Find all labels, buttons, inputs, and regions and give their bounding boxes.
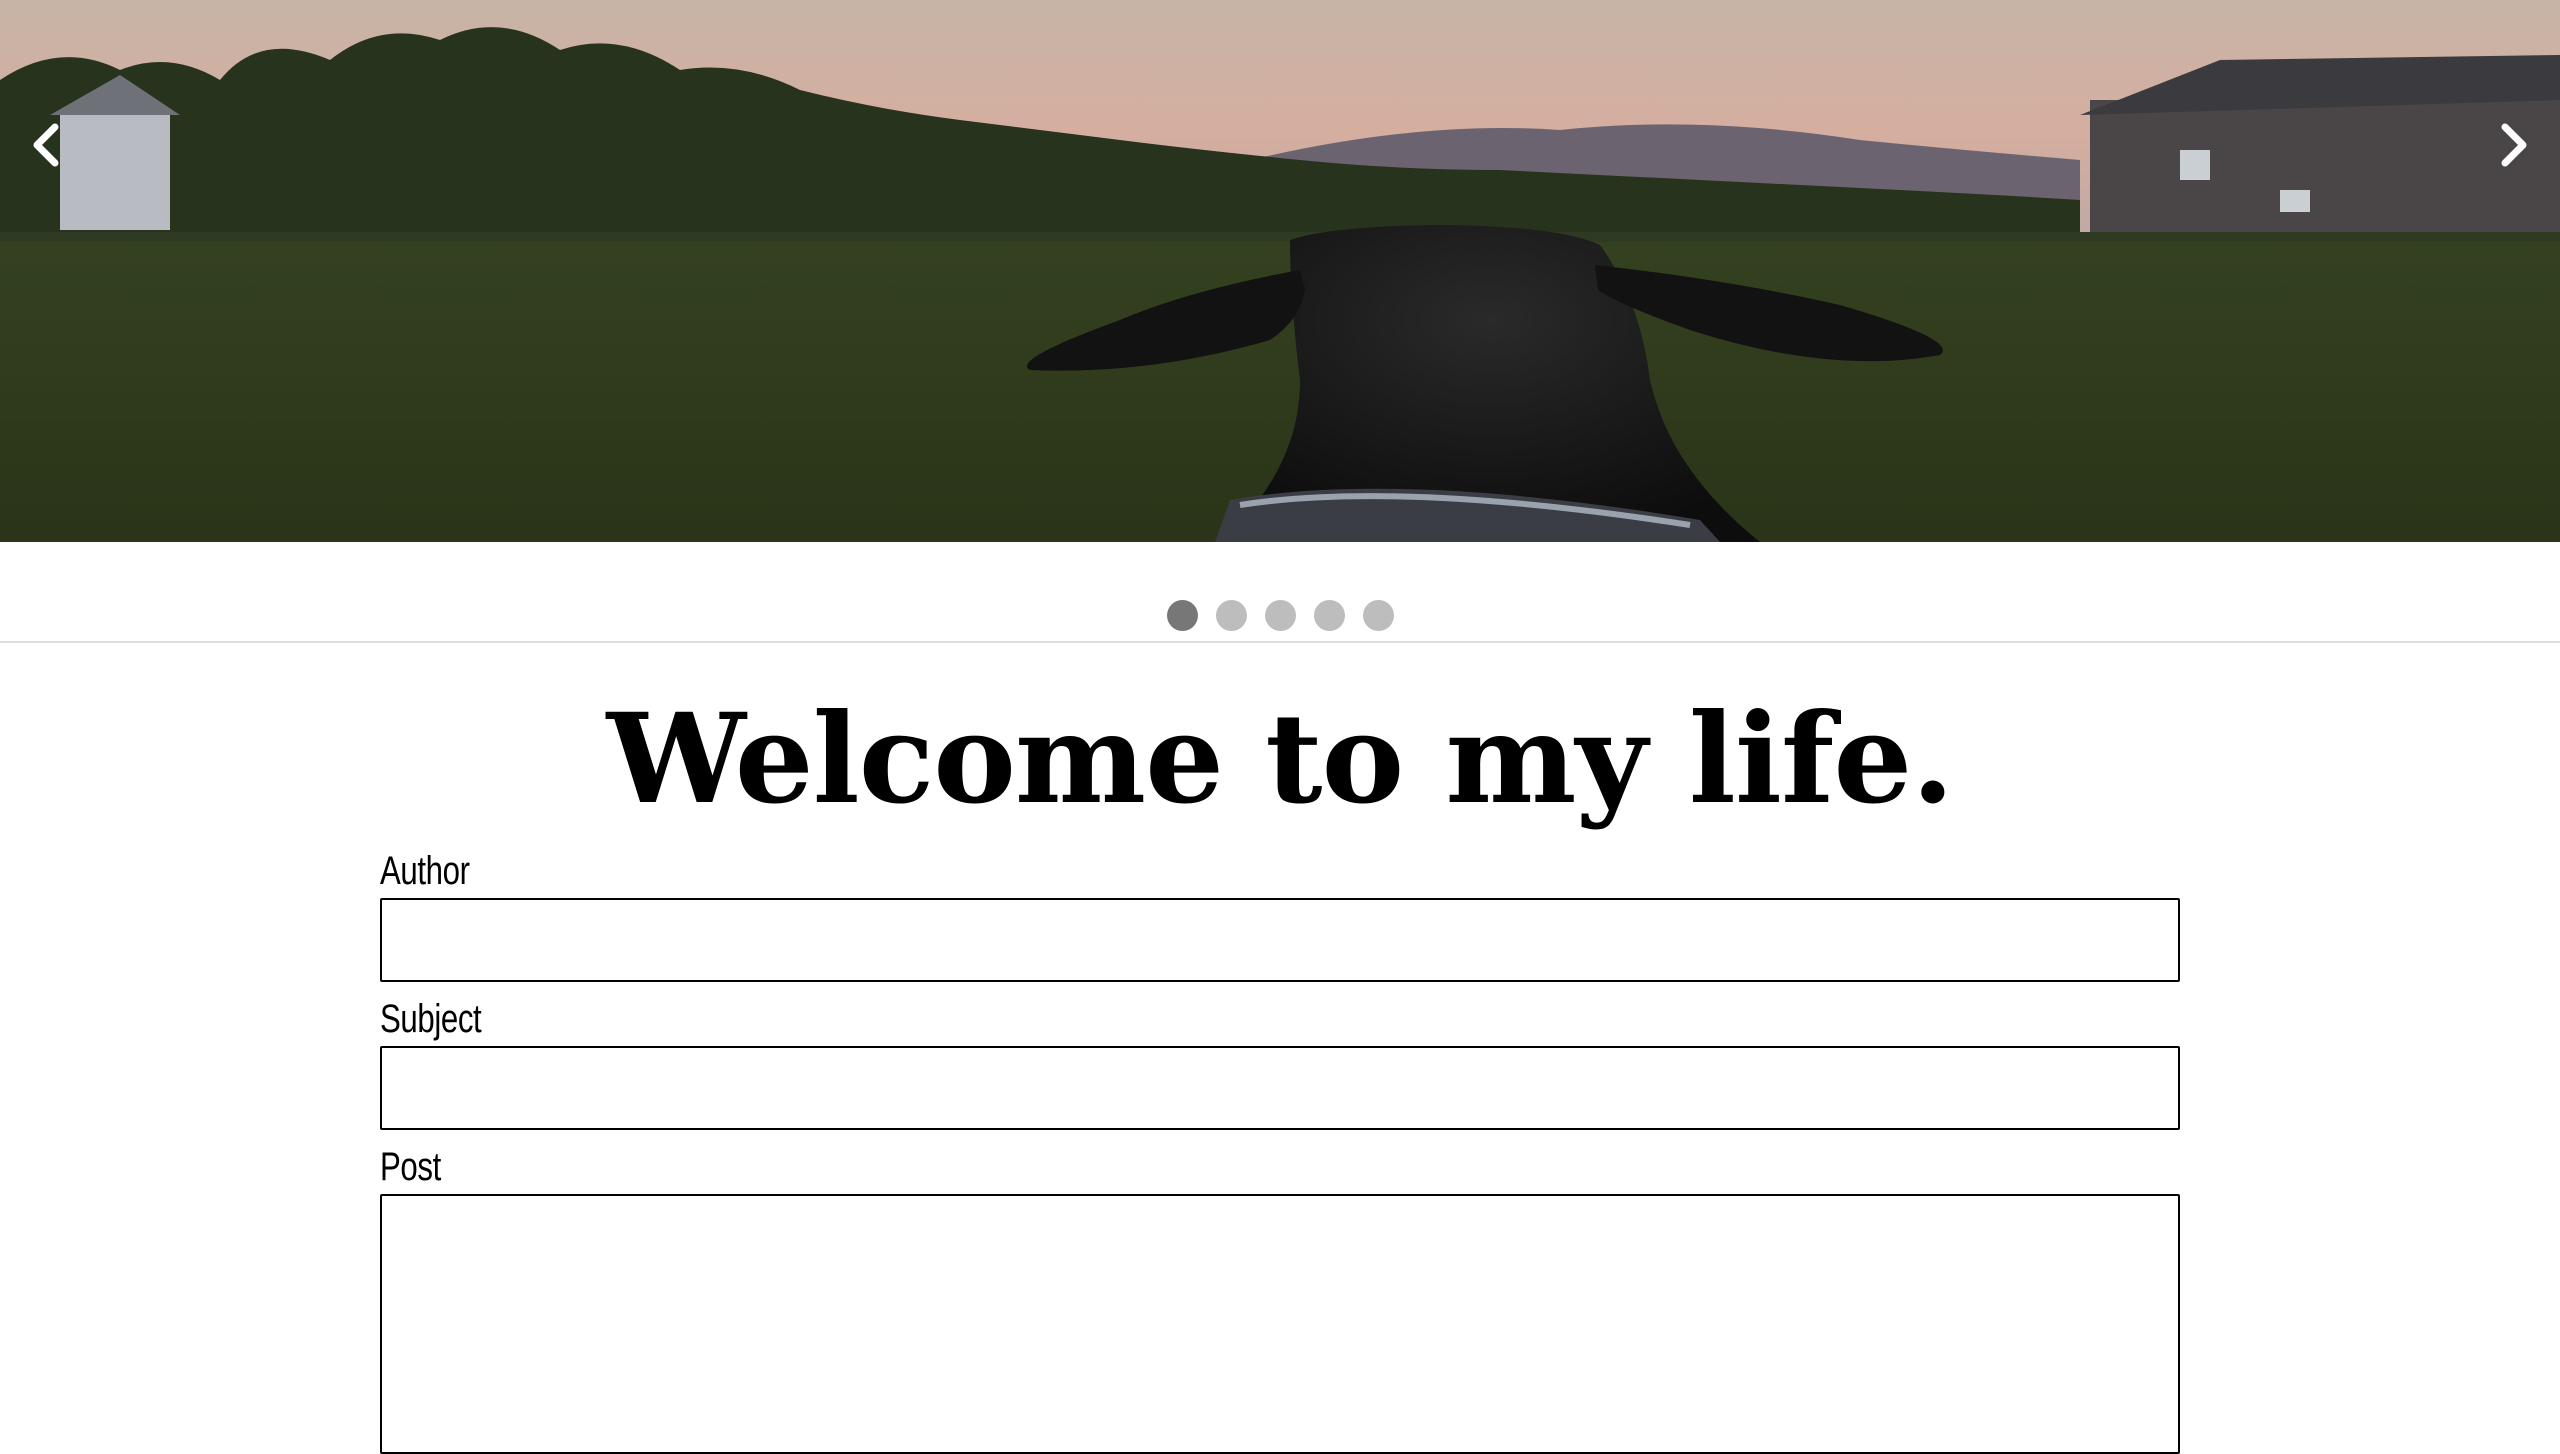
section-divider [0, 641, 2560, 643]
carousel-dot-4[interactable] [1313, 599, 1345, 631]
chevron-left-icon [33, 123, 59, 167]
carousel-dot-5[interactable] [1362, 599, 1394, 631]
subject-label: Subject [380, 997, 482, 1041]
carousel-dot-2[interactable] [1215, 599, 1247, 631]
author-label: Author [380, 849, 470, 893]
chevron-right-icon [2501, 123, 2527, 167]
post-form: Author Subject Post [380, 844, 2180, 1454]
post-textarea[interactable] [380, 1194, 2180, 1454]
image-carousel [0, 0, 2560, 542]
page-title: Welcome to my life. [606, 687, 1955, 832]
post-label: Post [380, 1145, 441, 1189]
subject-input[interactable] [380, 1046, 2180, 1130]
author-input[interactable] [380, 898, 2180, 982]
carousel-indicators [0, 598, 2560, 632]
carousel-dot-1[interactable] [1166, 599, 1198, 631]
carousel-prev-button[interactable] [10, 110, 80, 180]
carousel-dot-3[interactable] [1264, 599, 1296, 631]
carousel-next-button[interactable] [2480, 110, 2550, 180]
slide-image [0, 0, 2560, 542]
